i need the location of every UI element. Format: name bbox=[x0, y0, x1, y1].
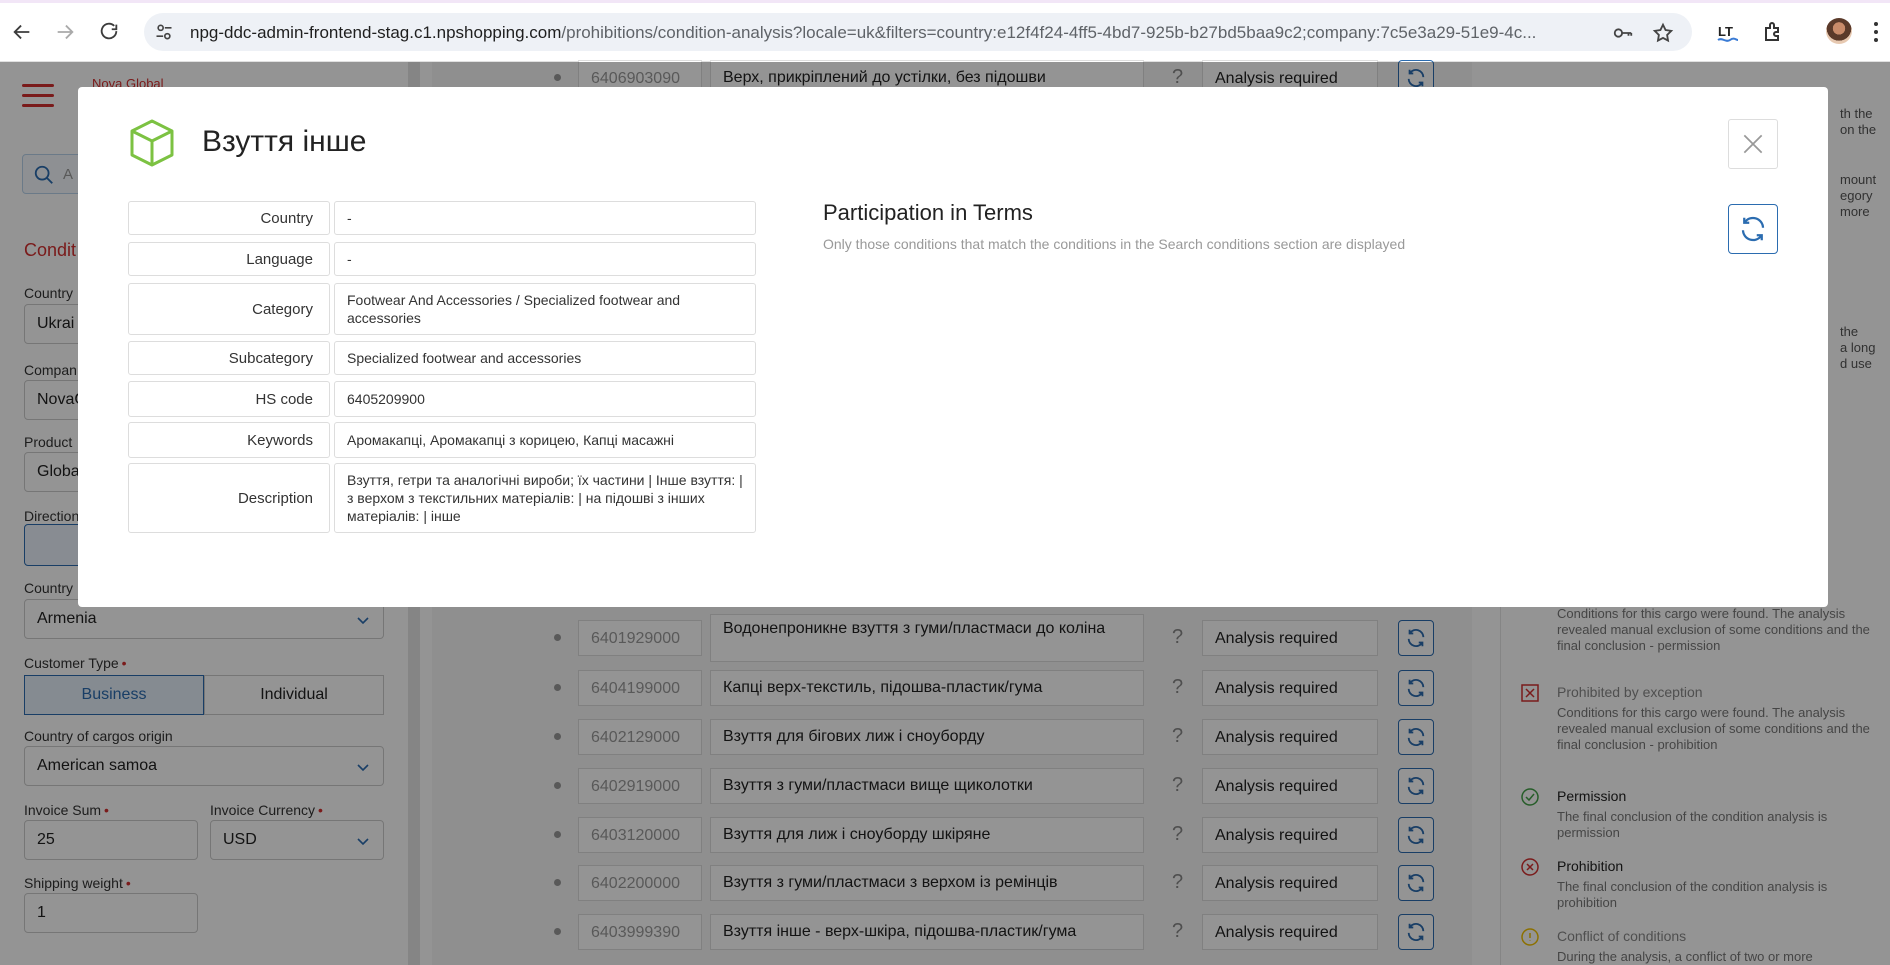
info-row-hs-code: HS code 6405209900 bbox=[128, 381, 756, 417]
info-row-category: Category Footwear And Accessories / Spec… bbox=[128, 283, 756, 335]
info-label: Description bbox=[128, 463, 330, 533]
info-label: Category bbox=[128, 283, 330, 335]
info-value: Аромакапці, Аромакапці з корицею, Капці … bbox=[334, 422, 756, 458]
url-path: /prohibitions/condition-analysis?locale=… bbox=[561, 23, 1537, 42]
info-label: Language bbox=[128, 242, 330, 276]
participation-title: Participation in Terms bbox=[823, 200, 1033, 225]
close-button[interactable] bbox=[1728, 119, 1778, 169]
bookmark-star-icon[interactable] bbox=[1652, 22, 1674, 44]
password-key-icon[interactable] bbox=[1612, 22, 1634, 44]
info-value: Взуття, гетри та аналогічні вироби; їх ч… bbox=[334, 463, 756, 533]
arrow-right-icon bbox=[57, 24, 74, 40]
participation-refresh-button[interactable] bbox=[1728, 204, 1778, 254]
info-value: - bbox=[334, 242, 756, 276]
info-value: Footwear And Accessories / Specialized f… bbox=[334, 283, 756, 335]
reload-icon bbox=[100, 22, 118, 40]
info-row-description: Description Взуття, гетри та аналогічні … bbox=[128, 463, 756, 533]
browser-menu-icon[interactable] bbox=[1872, 20, 1880, 44]
back-button[interactable] bbox=[8, 18, 36, 46]
tab-strip-edge bbox=[0, 0, 1890, 3]
info-value: 6405209900 bbox=[334, 381, 756, 417]
info-label: Country bbox=[128, 201, 330, 235]
svg-text:LT: LT bbox=[1718, 24, 1733, 39]
info-label: HS code bbox=[128, 381, 330, 417]
product-details-modal: Взуття інше Country - Language - Categor… bbox=[78, 87, 1828, 607]
arrow-left-icon bbox=[13, 24, 30, 40]
participation-subtitle: Only those conditions that match the con… bbox=[823, 236, 1406, 252]
info-row-country: Country - bbox=[128, 201, 756, 235]
info-label: Subcategory bbox=[128, 341, 330, 375]
info-label: Keywords bbox=[128, 422, 330, 458]
info-value: Specialized footwear and accessories bbox=[334, 341, 756, 375]
url-host: npg-ddc-admin-frontend-stag.c1.npshoppin… bbox=[190, 23, 562, 42]
refresh-icon bbox=[1741, 216, 1765, 242]
info-row-subcategory: Subcategory Specialized footwear and acc… bbox=[128, 341, 756, 375]
browser-chrome: npg-ddc-admin-frontend-stag.c1.npshoppin… bbox=[0, 0, 1890, 62]
modal-title: Взуття інше bbox=[202, 125, 367, 158]
extensions-puzzle-icon[interactable] bbox=[1762, 20, 1786, 44]
url-text[interactable]: npg-ddc-admin-frontend-stag.c1.npshoppin… bbox=[190, 23, 1590, 43]
package-box-icon bbox=[130, 119, 174, 167]
info-value: - bbox=[334, 201, 756, 235]
forward-button[interactable] bbox=[51, 18, 79, 46]
close-icon bbox=[1743, 134, 1763, 154]
address-bar[interactable]: npg-ddc-admin-frontend-stag.c1.npshoppin… bbox=[144, 13, 1692, 51]
profile-avatar[interactable] bbox=[1826, 18, 1852, 44]
reload-button[interactable] bbox=[95, 18, 123, 46]
site-settings-icon[interactable] bbox=[154, 22, 174, 42]
languagetool-extension-icon[interactable]: LT bbox=[1716, 20, 1740, 44]
info-row-language: Language - bbox=[128, 242, 756, 276]
info-row-keywords: Keywords Аромакапці, Аромакапці з корице… bbox=[128, 422, 756, 458]
